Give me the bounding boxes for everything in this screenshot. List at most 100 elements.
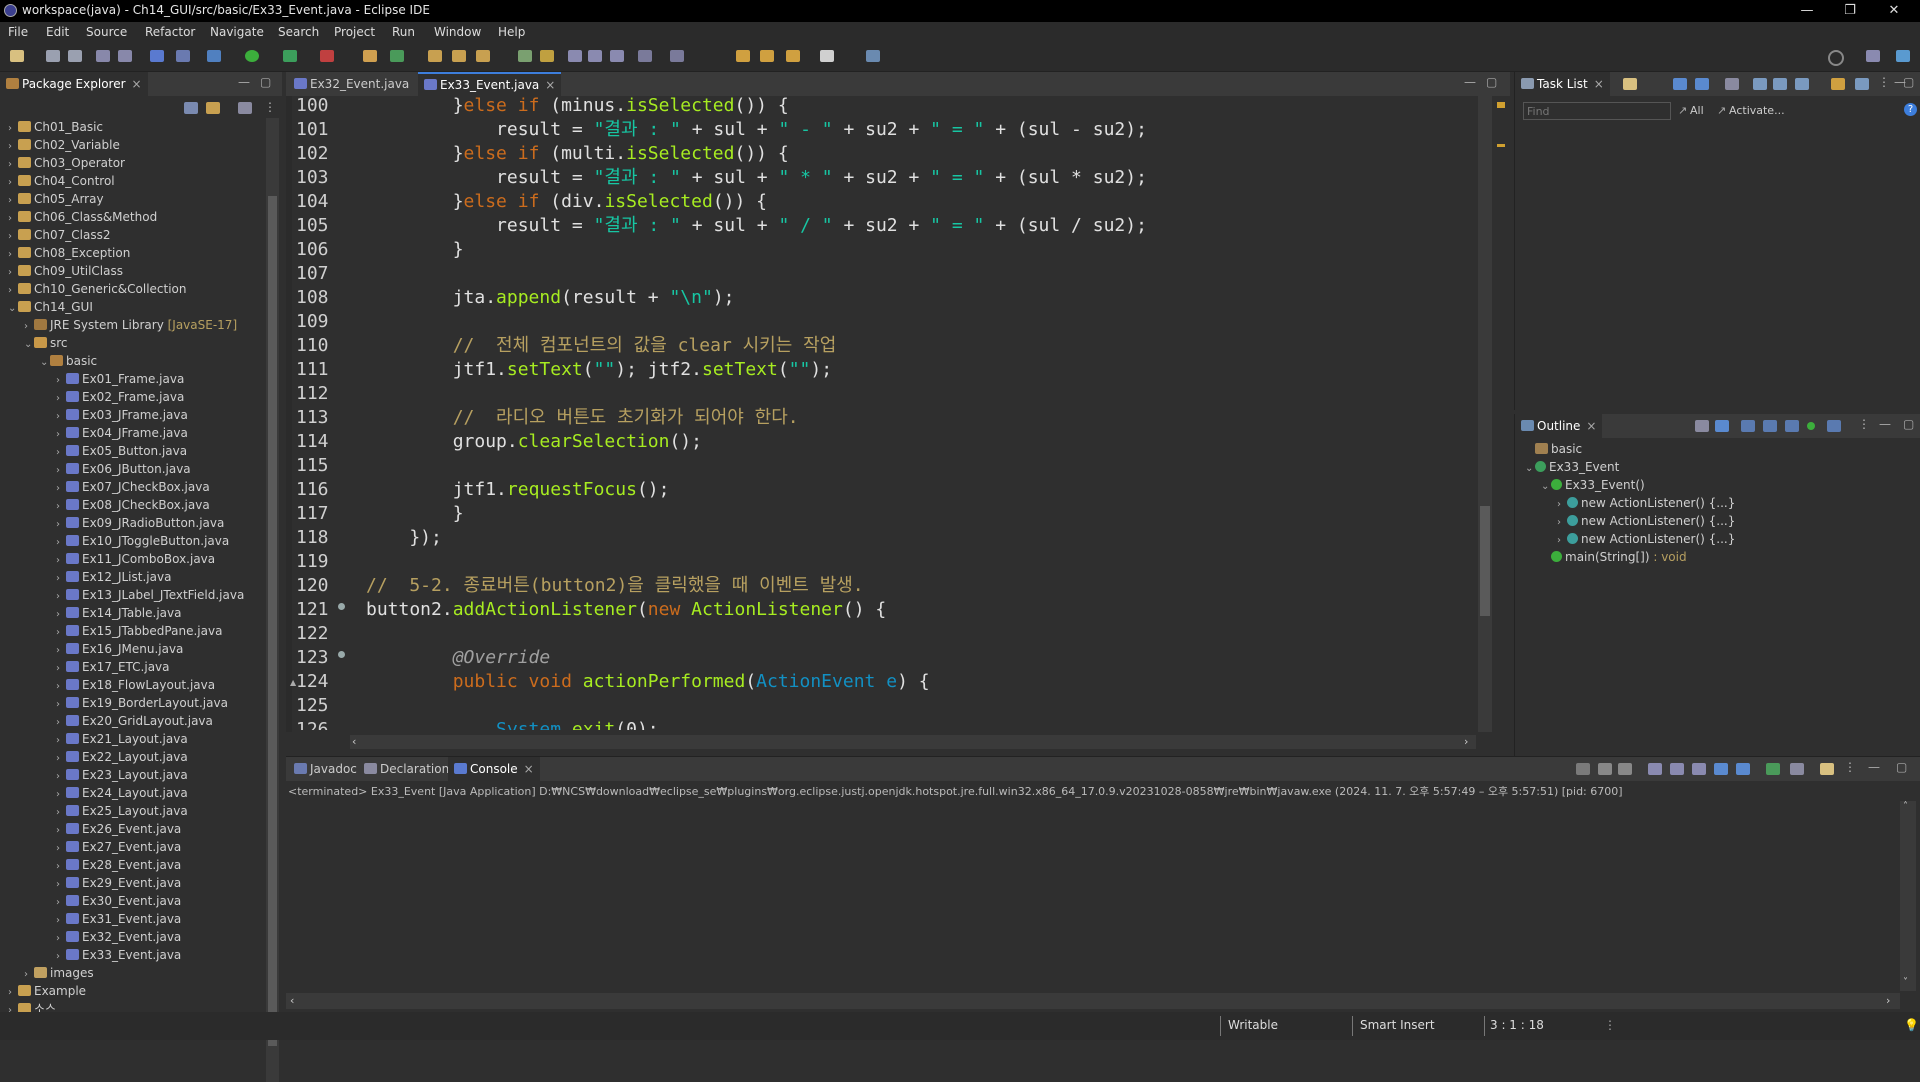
activate-link[interactable]: Activate... — [1729, 104, 1785, 117]
code-line[interactable]: 126 System.exit(0); — [296, 718, 1476, 730]
all-filter-link[interactable]: All — [1690, 104, 1704, 117]
tip-bulb-icon[interactable]: 💡 — [1904, 1018, 1919, 1032]
package-tree-item[interactable]: › Ch02_Variable — [8, 136, 120, 154]
chevron-down-icon[interactable]: ⌄ — [40, 354, 50, 372]
package-tree-item[interactable]: › Ch04_Control — [8, 172, 115, 190]
show-stdout-icon[interactable] — [1714, 763, 1728, 775]
close-icon[interactable]: × — [132, 77, 142, 91]
code-line[interactable]: 118 }); — [296, 526, 1476, 550]
package-tree-item[interactable]: › Ex07_JCheckBox.java — [56, 478, 210, 496]
close-icon[interactable]: × — [524, 762, 534, 776]
close-icon[interactable]: × — [1586, 419, 1596, 433]
code-editor[interactable]: 100 }else if (minus.isSelected()) {101 r… — [296, 96, 1476, 730]
package-tree-item[interactable]: ⌄ src — [24, 334, 68, 352]
package-tree-item[interactable]: › Ex09_JRadioButton.java — [56, 514, 224, 532]
scroll-left-icon[interactable]: ‹ — [352, 735, 356, 748]
close-icon[interactable]: × — [1594, 77, 1604, 91]
package-tree-item[interactable]: › Ex29_Event.java — [56, 874, 181, 892]
package-tree-item[interactable]: › Ex23_Layout.java — [56, 766, 188, 784]
code-line[interactable]: 105 result = "결과 : " + sul + " / " + su2… — [296, 214, 1476, 238]
package-tree-item[interactable]: › Ex12_JList.java — [56, 568, 171, 586]
maximize-editor-icon[interactable]: ▢ — [1486, 75, 1497, 89]
code-line[interactable]: 103 result = "결과 : " + sul + " * " + su2… — [296, 166, 1476, 190]
close-window-button[interactable]: ✕ — [1874, 2, 1914, 20]
package-tree-item[interactable]: › Ex01_Frame.java — [56, 370, 184, 388]
coverage-icon[interactable] — [283, 50, 297, 62]
view-menu-icon[interactable]: ⋮ — [264, 100, 276, 114]
console-output[interactable] — [286, 801, 1900, 991]
pin-editor-icon[interactable] — [866, 50, 880, 62]
chevron-down-icon[interactable]: ⌄ — [1541, 478, 1551, 496]
console-vertical-scrollbar[interactable]: ˄ ˅ — [1900, 801, 1916, 991]
hide-completed-icon[interactable] — [1753, 78, 1767, 90]
java-perspective-icon[interactable] — [1896, 50, 1910, 62]
warning-marker[interactable] — [1497, 144, 1505, 147]
run-icon[interactable] — [245, 50, 259, 62]
package-tree-item[interactable]: › 소스 — [8, 1000, 56, 1012]
toggle-mark-icon[interactable] — [518, 50, 532, 62]
scrollbar-thumb[interactable] — [1480, 506, 1490, 616]
package-tree-item[interactable]: › Ex08_JCheckBox.java — [56, 496, 210, 514]
show-whitespace-icon[interactable] — [610, 50, 624, 62]
outline-item[interactable]: main(String[]) : void — [1541, 548, 1687, 566]
editor-vertical-scrollbar[interactable] — [1478, 96, 1492, 732]
categorized-icon[interactable] — [1673, 78, 1687, 90]
collapse-all-icon[interactable] — [1695, 420, 1709, 432]
open-perspective-icon[interactable] — [1866, 50, 1880, 62]
package-tree-item[interactable]: › images — [24, 964, 94, 982]
package-tree-item[interactable]: › Ex04_JFrame.java — [56, 424, 188, 442]
package-tree-item[interactable]: › Ch08_Exception — [8, 244, 130, 262]
package-tree-item[interactable]: › Ex18_FlowLayout.java — [56, 676, 215, 694]
tab-declaration[interactable]: Declaration — [358, 757, 455, 781]
block-selection-icon[interactable] — [588, 50, 602, 62]
next-annotation-icon[interactable] — [638, 50, 652, 62]
maximize-view-icon[interactable]: ▢ — [260, 75, 271, 89]
save-all-icon[interactable] — [68, 50, 82, 62]
menu-navigate[interactable]: Navigate — [210, 25, 264, 39]
package-tree-item[interactable]: › Ex20_GridLayout.java — [56, 712, 213, 730]
scroll-right-icon[interactable]: › — [1464, 735, 1468, 748]
chevron-down-icon[interactable]: ⌄ — [1525, 460, 1535, 478]
status-menu-icon[interactable]: ⋮ — [1604, 1018, 1616, 1032]
code-line[interactable]: 112 — [296, 382, 1476, 406]
package-tree-item[interactable]: › Ch01_Basic — [8, 118, 103, 136]
highlight-icon[interactable] — [540, 50, 554, 62]
code-line[interactable]: 110 // 전체 컴포넌트의 값을 clear 시키는 작업 — [296, 334, 1476, 358]
package-tree-item[interactable]: › JRE System Library [JavaSE-17] — [24, 316, 237, 334]
code-line[interactable]: 114 group.clearSelection(); — [296, 430, 1476, 454]
minimize-button[interactable]: — — [1787, 2, 1827, 20]
fold-marker-icon[interactable] — [338, 651, 345, 658]
chevron-down-icon[interactable]: ⌄ — [24, 336, 34, 354]
remove-launch-icon[interactable] — [1598, 763, 1612, 775]
code-line[interactable]: 123 @Override — [296, 646, 1476, 670]
code-line[interactable]: 100 }else if (minus.isSelected()) { — [296, 96, 1476, 118]
scroll-lock-icon[interactable] — [1670, 763, 1684, 775]
package-tree-item[interactable]: › Ch05_Array — [8, 190, 104, 208]
package-tree-item[interactable]: › Ex15_JTabbedPane.java — [56, 622, 222, 640]
menu-window[interactable]: Window — [434, 25, 481, 39]
undo-icon[interactable] — [96, 50, 110, 62]
package-tree-item[interactable]: › Ex16_JMenu.java — [56, 640, 183, 658]
code-line[interactable]: 125 — [296, 694, 1476, 718]
outline-item[interactable]: › new ActionListener() {...} — [1557, 494, 1735, 512]
scheduled-icon[interactable] — [1695, 78, 1709, 90]
display-console-icon[interactable] — [1790, 763, 1804, 775]
skip-breakpoints-icon[interactable] — [176, 50, 190, 62]
package-tree-item[interactable]: › Ch09_UtilClass — [8, 262, 123, 280]
last-edit-icon[interactable] — [736, 50, 750, 62]
focus-icon[interactable] — [1773, 78, 1787, 90]
outline-item[interactable]: › new ActionListener() {...} — [1557, 530, 1735, 548]
package-tree-item[interactable]: › Ex17_ETC.java — [56, 658, 170, 676]
public-members-icon[interactable] — [1807, 422, 1815, 430]
collapse-all-icon[interactable] — [184, 102, 198, 114]
scroll-down-icon[interactable]: ˅ — [1903, 977, 1908, 988]
code-line[interactable]: 107 — [296, 262, 1476, 286]
code-line[interactable]: 119 — [296, 550, 1476, 574]
new-icon[interactable] — [10, 50, 24, 62]
tab-javadoc[interactable]: Javadoc — [288, 757, 363, 781]
menu-refactor[interactable]: Refactor — [145, 25, 195, 39]
minimize-editor-icon[interactable]: — — [1464, 75, 1476, 89]
status-insert-mode[interactable]: Smart Insert — [1360, 1018, 1435, 1032]
scroll-left-icon[interactable]: ‹ — [290, 994, 294, 1007]
tab-console[interactable]: Console × — [448, 757, 540, 781]
